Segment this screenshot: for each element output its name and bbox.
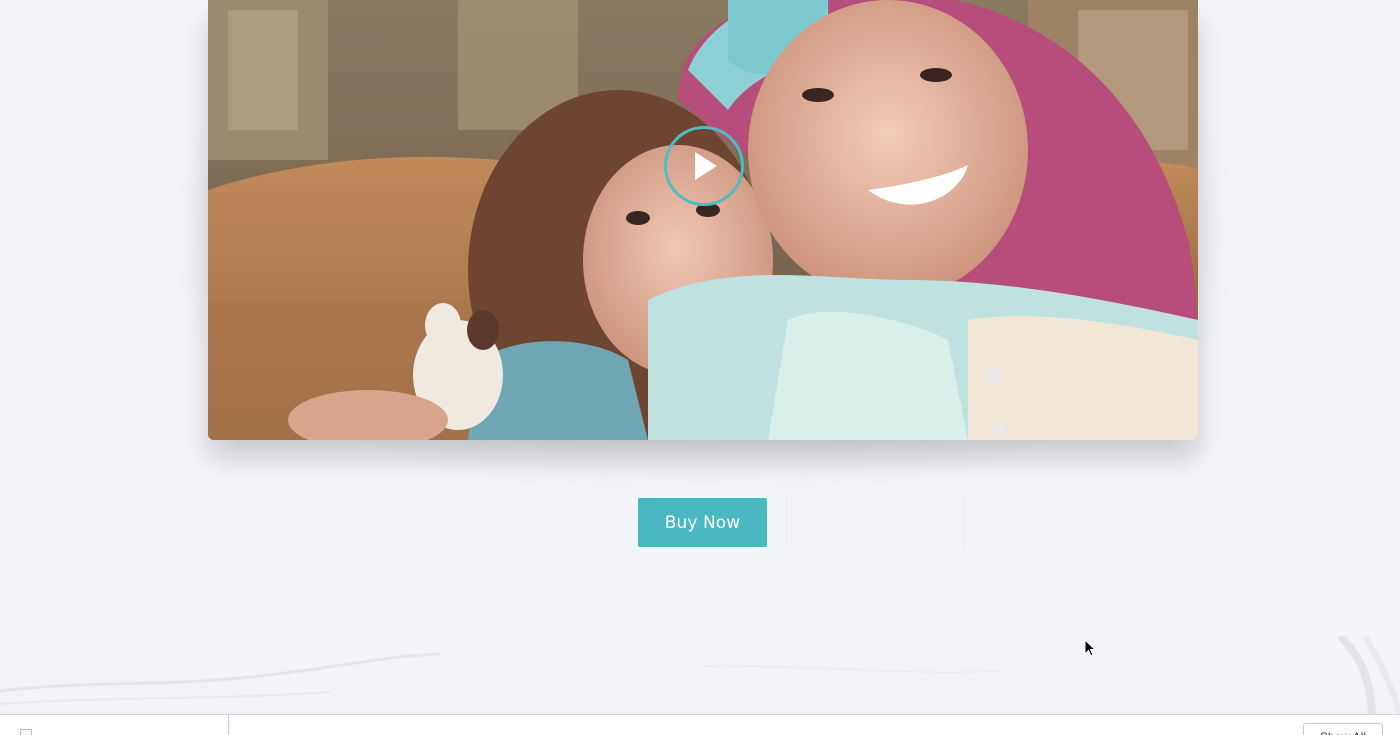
- play-icon: [695, 152, 717, 180]
- page: Buy Now Show All: [0, 0, 1400, 735]
- play-button[interactable]: [664, 126, 744, 206]
- decorative-texture: [0, 636, 1400, 715]
- mouse-pointer-icon: [1084, 638, 1097, 657]
- divider: [963, 492, 964, 550]
- video-player[interactable]: [208, 0, 1198, 440]
- show-all-button[interactable]: Show All: [1303, 723, 1383, 735]
- download-bar: Show All: [0, 714, 1400, 735]
- download-item[interactable]: [0, 715, 229, 735]
- divider: [786, 492, 787, 550]
- video-thumbnail: [208, 0, 1198, 440]
- file-icon: [20, 729, 32, 735]
- buy-now-button[interactable]: Buy Now: [638, 498, 767, 547]
- texture-pattern: [0, 636, 1400, 715]
